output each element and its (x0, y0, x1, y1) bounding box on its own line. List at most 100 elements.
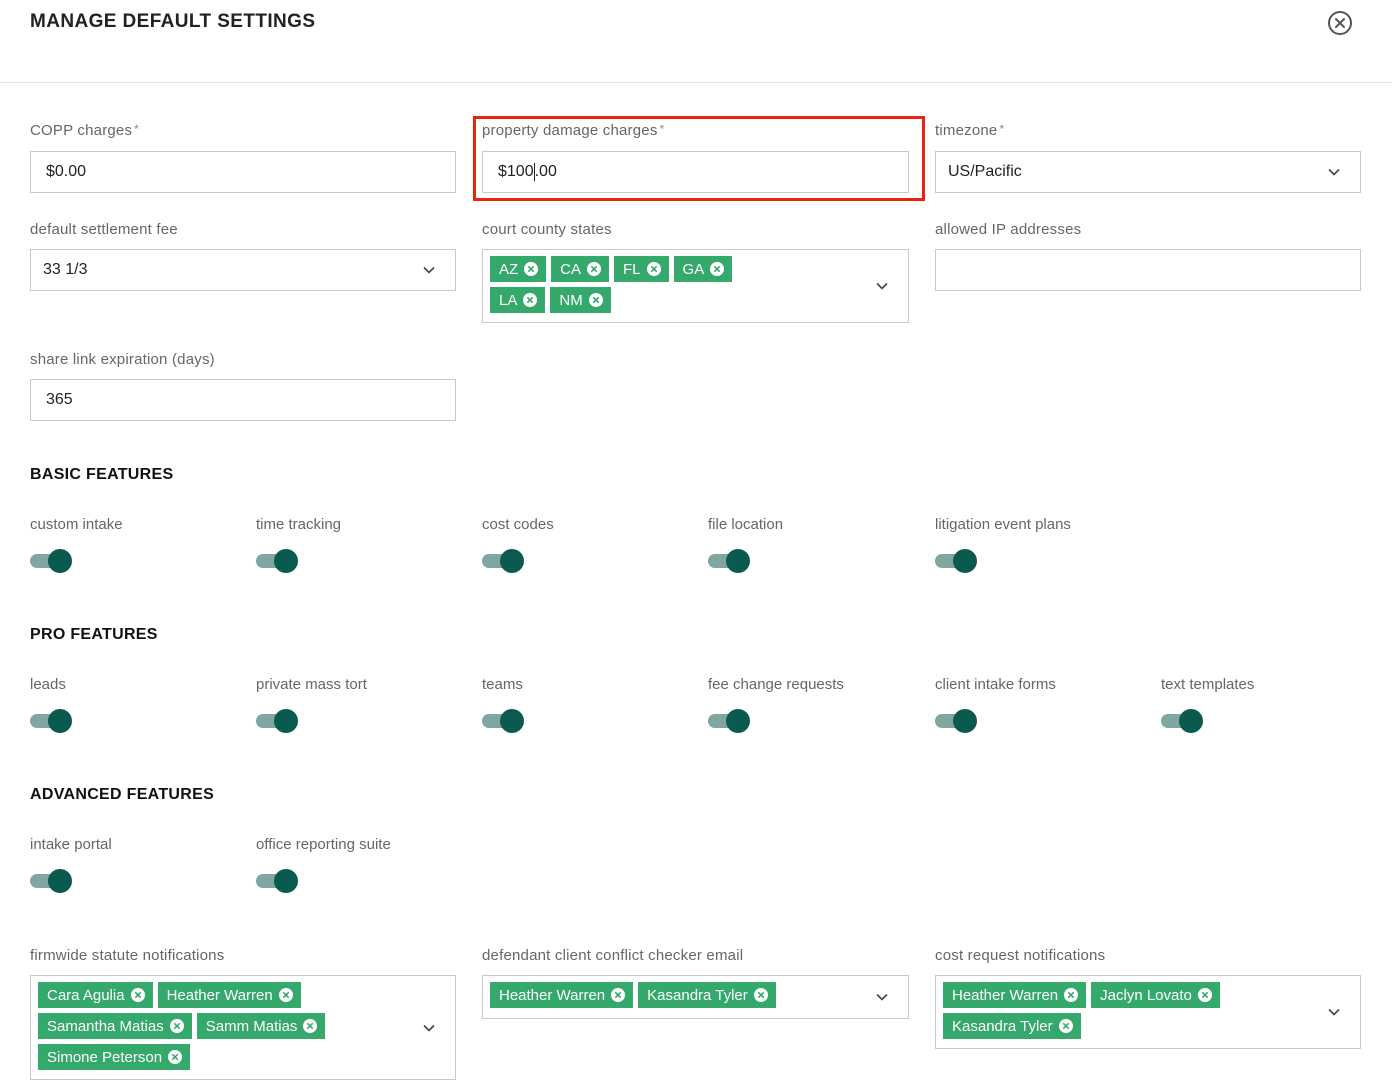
chip: Samm Matias (196, 1013, 326, 1039)
remove-chip-icon[interactable] (130, 988, 145, 1002)
settlement-fee-value: 33 1/3 (43, 261, 88, 278)
toggle-knob (500, 549, 524, 573)
toggle-knob (500, 709, 524, 733)
chip: Cara Agulia (38, 982, 153, 1008)
remove-chip-icon[interactable] (710, 262, 725, 276)
chip-label: Kasandra Tyler (647, 986, 748, 1004)
feature-toggle[interactable] (482, 549, 524, 573)
conflict-checker-select[interactable]: Heather Warren Kasandra Tyler (482, 975, 909, 1019)
toggle-knob (48, 869, 72, 893)
toggle-label: custom intake (30, 516, 123, 533)
remove-chip-icon[interactable] (611, 988, 626, 1002)
remove-chip-icon[interactable] (303, 1019, 318, 1033)
conflict-checker-label: defendant client conflict checker email (482, 947, 744, 964)
chip: Heather Warren (157, 982, 301, 1008)
chip-label: Simone Peterson (47, 1048, 163, 1066)
remove-chip-icon[interactable] (1064, 988, 1079, 1002)
chip: Kasandra Tyler (638, 982, 776, 1008)
feature-toggle[interactable] (482, 709, 524, 733)
allowed-ip-label: allowed IP addresses (935, 221, 1082, 238)
toggle-label: litigation event plans (935, 516, 1071, 533)
copp-charges-label: COPP charges * (30, 122, 140, 139)
remove-chip-icon[interactable] (169, 1019, 184, 1033)
toggle-knob (953, 709, 977, 733)
chip: AZ (490, 256, 547, 282)
toggle-knob (274, 709, 298, 733)
chip-label: AZ (499, 260, 519, 278)
chip-label: LA (499, 291, 518, 309)
feature-toggle[interactable] (1161, 709, 1203, 733)
close-button[interactable] (1328, 11, 1352, 35)
cost-request-chips: Heather Warren Jaclyn Lovato Kasandra Tyle… (943, 982, 1243, 1039)
feature-toggle[interactable] (708, 549, 750, 573)
cost-request-select[interactable]: Heather Warren Jaclyn Lovato Kasandra Tyle… (935, 975, 1361, 1049)
modal-header: MANAGE DEFAULT SETTINGS (0, 0, 1392, 83)
chip-label: Heather Warren (166, 986, 273, 1004)
chip: Samantha Matias (38, 1013, 192, 1039)
remove-chip-icon[interactable] (753, 988, 768, 1002)
conflict-checker-chips: Heather Warren Kasandra Tyler (490, 982, 820, 1008)
chip-label: Kasandra Tyler (952, 1017, 1053, 1035)
property-damage-input[interactable]: $100.00 (482, 151, 909, 193)
feature-toggle[interactable] (30, 709, 72, 733)
chevron-down-icon (423, 1024, 435, 1032)
remove-chip-icon[interactable] (524, 262, 539, 276)
court-states-select[interactable]: AZ CA FL GA LA NM (482, 249, 909, 323)
statute-notifications-chips: Cara Agulia Heather Warren Samantha Matias… (38, 982, 338, 1070)
chevron-down-icon (423, 266, 435, 274)
chevron-down-icon (876, 993, 888, 1001)
chip-label: FL (623, 260, 641, 278)
feature-toggle[interactable] (935, 709, 977, 733)
chip-label: Jaclyn Lovato (1100, 986, 1192, 1004)
statute-notifications-select[interactable]: Cara Agulia Heather Warren Samantha Matias… (30, 975, 456, 1080)
copp-charges-input[interactable] (30, 151, 456, 193)
toggle-label: text templates (1161, 676, 1255, 693)
timezone-select[interactable]: US/Pacific (935, 151, 1361, 193)
close-icon[interactable] (1335, 18, 1345, 28)
allowed-ip-input[interactable] (935, 249, 1361, 291)
share-link-input[interactable] (30, 379, 456, 421)
chip-label: Heather Warren (499, 986, 606, 1004)
toggle-knob (726, 709, 750, 733)
toggle-label: intake portal (30, 836, 112, 853)
toggle-knob (48, 709, 72, 733)
feature-toggle[interactable] (30, 869, 72, 893)
feature-toggle[interactable] (256, 709, 298, 733)
feature-toggle[interactable] (30, 549, 72, 573)
feature-toggle[interactable] (935, 549, 977, 573)
chip: Simone Peterson (38, 1044, 191, 1070)
chevron-down-icon (1328, 1008, 1340, 1016)
remove-chip-icon[interactable] (1197, 988, 1212, 1002)
toggle-knob (953, 549, 977, 573)
remove-chip-icon[interactable] (588, 293, 603, 307)
feature-toggle[interactable] (256, 549, 298, 573)
remove-chip-icon[interactable] (523, 293, 538, 307)
remove-chip-icon[interactable] (168, 1050, 183, 1064)
toggle-label: private mass tort (256, 676, 367, 693)
remove-chip-icon[interactable] (278, 988, 293, 1002)
timezone-value: US/Pacific (948, 163, 1022, 180)
court-states-label: court county states (482, 221, 612, 238)
share-link-label: share link expiration (days) (30, 351, 215, 368)
property-damage-label: property damage charges * (482, 122, 665, 139)
feature-toggle[interactable] (708, 709, 750, 733)
chip-label: Samantha Matias (47, 1017, 164, 1035)
feature-toggle[interactable] (256, 869, 298, 893)
toggle-label: time tracking (256, 516, 342, 533)
chevron-down-icon (876, 282, 888, 290)
chip: Jaclyn Lovato (1091, 982, 1220, 1008)
pro-features-title: PRO FEATURES (30, 626, 158, 643)
remove-chip-icon[interactable] (1058, 1019, 1073, 1033)
remove-chip-icon[interactable] (587, 262, 602, 276)
timezone-label: timezone * (935, 122, 1005, 139)
page-title: MANAGE DEFAULT SETTINGS (30, 11, 316, 32)
remove-chip-icon[interactable] (646, 262, 661, 276)
toggle-label: fee change requests (708, 676, 844, 693)
chip: FL (614, 256, 669, 282)
chip-label: NM (559, 291, 583, 309)
chip: CA (551, 256, 610, 282)
chip-label: Cara Agulia (47, 986, 125, 1004)
toggle-knob (1179, 709, 1203, 733)
settlement-fee-label: default settlement fee (30, 221, 178, 238)
settlement-fee-select[interactable]: 33 1/3 (30, 249, 456, 291)
